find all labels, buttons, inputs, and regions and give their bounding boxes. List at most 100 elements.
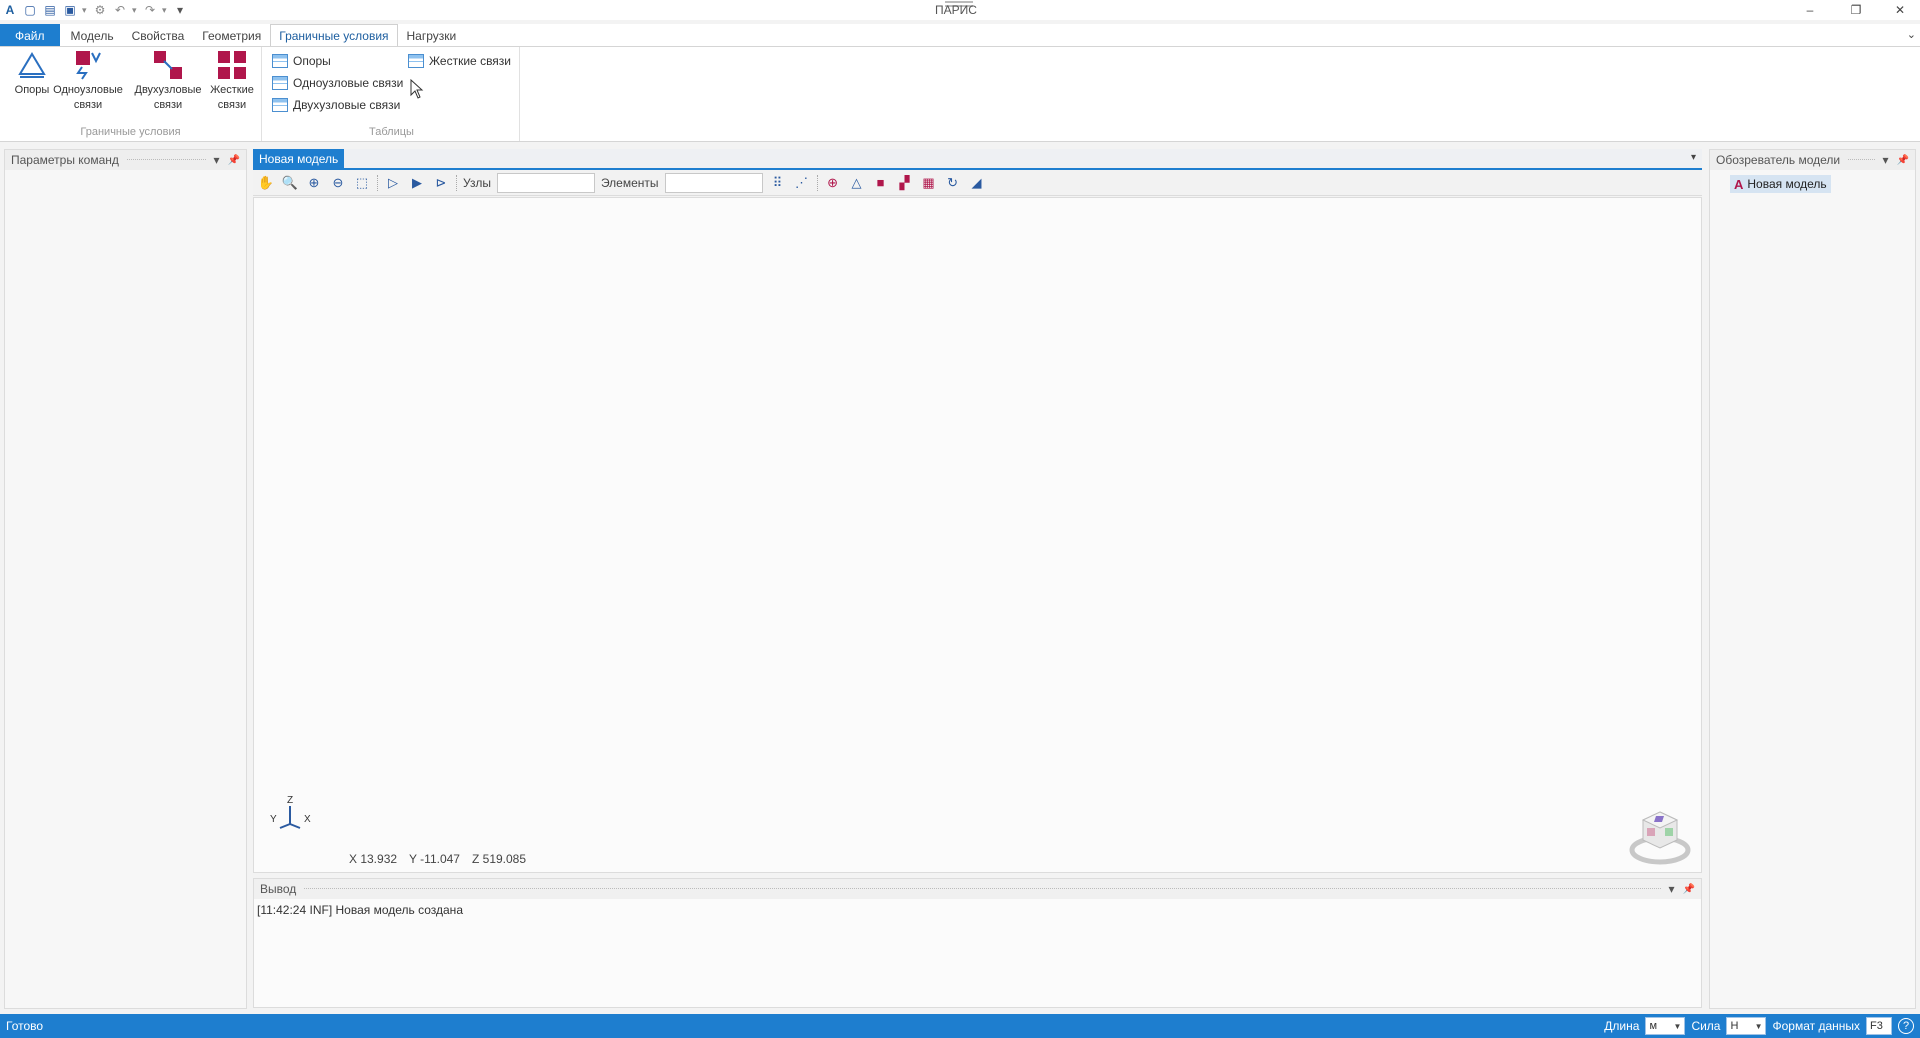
table-two-node-links-button[interactable]: Двухузловые связи: [272, 96, 400, 114]
panel-title: Параметры команд: [11, 153, 119, 167]
rigid-links-button[interactable]: Жесткие связи: [200, 49, 264, 121]
table-supports-button[interactable]: Опоры: [272, 52, 331, 70]
app-logo-icon[interactable]: A: [2, 2, 18, 18]
ribbon-group-label: Таблицы: [369, 126, 414, 138]
close-button[interactable]: ✕: [1880, 0, 1920, 20]
document-tab[interactable]: Новая модель: [253, 149, 345, 169]
nodes-input[interactable]: [496, 172, 595, 193]
zoom-out-icon[interactable]: ⊖: [329, 174, 347, 192]
help-icon[interactable]: ?: [1898, 1018, 1914, 1034]
redo-dropdown-icon[interactable]: ▾: [162, 5, 168, 16]
tab-model[interactable]: Модель: [62, 24, 123, 46]
chevron-down-icon: ▼: [1754, 1021, 1763, 1031]
table-single-node-links-button[interactable]: Одноузловые связи: [272, 74, 403, 92]
tab-file[interactable]: Файл: [0, 24, 60, 46]
view-front-icon[interactable]: ▷: [384, 174, 402, 192]
zoom-in-icon[interactable]: ⊕: [305, 174, 323, 192]
section-icon[interactable]: ◢: [968, 174, 986, 192]
force-unit-select[interactable]: Н ▼: [1726, 1017, 1767, 1035]
table-icon: [272, 98, 288, 112]
two-node-links-button[interactable]: Двухузловые связи: [135, 49, 202, 121]
tree-item-model[interactable]: A Новая модель: [1730, 175, 1831, 193]
view-iso-icon[interactable]: ⊳: [432, 174, 450, 192]
document-tab-strip: Новая модель ▾: [253, 149, 1702, 169]
output-panel: Вывод ▾ 📌 [11:42:24 INF] Новая модель со…: [253, 878, 1702, 1008]
coord-z: Z 519.085: [471, 852, 527, 866]
undo-icon[interactable]: ↶: [112, 2, 128, 18]
length-unit-value: м: [1649, 1020, 1657, 1032]
table-rigid-links-button[interactable]: Жесткие связи: [408, 52, 511, 70]
support-triangle-icon: [18, 52, 46, 78]
pin-icon[interactable]: 📌: [1683, 884, 1695, 895]
tab-properties[interactable]: Свойства: [123, 24, 194, 46]
axes-triad-icon: Z Y X: [270, 795, 311, 829]
node-numbers-icon[interactable]: ⠿: [769, 174, 787, 192]
format-select[interactable]: F3: [1866, 1017, 1892, 1035]
tree-item-label: Новая модель: [1747, 177, 1827, 191]
tab-boundary-conditions[interactable]: Граничные условия: [270, 24, 398, 46]
element-numbers-icon[interactable]: ⋰: [793, 174, 811, 192]
table-rigid-links-label: Жесткие связи: [429, 54, 512, 68]
ribbon: Опоры Одноузловые связи Двухузловые связ…: [0, 46, 1920, 142]
model-icon: A: [1734, 176, 1744, 192]
axis-z-label: Z: [287, 795, 293, 806]
redo-icon[interactable]: ↷: [142, 2, 158, 18]
cursor-coordinates: X 13.932 Y -11.047 Z 519.085: [349, 852, 526, 866]
restore-button[interactable]: ❐: [1836, 0, 1876, 20]
view-toolbar: ✋ 🔍 ⊕ ⊖ ⬚ ▷ ▶ ⊳ Узлы Элементы ⠿ ⋰ ⊕ △ ■ …: [253, 170, 1702, 196]
rotate-icon[interactable]: ↻: [944, 174, 962, 192]
axis-y-label: Y: [270, 814, 277, 825]
panel-menu-icon[interactable]: ▾: [1669, 882, 1675, 896]
tab-loads[interactable]: Нагрузки: [398, 24, 466, 46]
new-icon[interactable]: ▢: [22, 2, 38, 18]
length-unit-select[interactable]: м ▼: [1645, 1017, 1686, 1035]
pan-icon[interactable]: ✋: [257, 174, 275, 192]
pin-icon[interactable]: 📌: [228, 155, 240, 166]
coord-y: Y -11.047: [409, 852, 460, 866]
document-menu-icon[interactable]: ▾: [1691, 152, 1696, 163]
panel-grip[interactable]: [126, 158, 206, 162]
output-title: Вывод: [260, 882, 297, 896]
force-unit-value: Н: [1730, 1020, 1739, 1032]
status-units: Длина м ▼ Сила Н ▼ Формат данных F3 ?: [1604, 1014, 1920, 1038]
zoom-window-icon[interactable]: ⬚: [353, 174, 371, 192]
force-label: Сила: [1691, 1019, 1721, 1033]
model-viewport[interactable]: Z Y X X 13.932 Y -11.047 Z 519.085: [253, 197, 1702, 873]
undo-dropdown-icon[interactable]: ▾: [132, 5, 138, 16]
supports-label: Опоры: [14, 84, 50, 96]
support-display-icon[interactable]: △: [848, 174, 866, 192]
settings-icon[interactable]: ⚙: [92, 2, 108, 18]
tab-geometry[interactable]: Геометрия: [193, 24, 270, 46]
panel-menu-icon[interactable]: ▾: [214, 153, 220, 167]
rigid-link-icon: [218, 51, 246, 79]
status-bar: Готово Длина м ▼ Сила Н ▼ Формат данных …: [0, 1014, 1920, 1038]
panel-grip[interactable]: [304, 887, 1661, 891]
window-title: ПАРИС: [935, 3, 977, 17]
rigid-link-display-icon[interactable]: ▦: [920, 174, 938, 192]
toolbar-separator: [456, 174, 457, 191]
ribbon-group-label: Граничные условия: [80, 126, 181, 138]
pin-icon[interactable]: 📌: [1897, 155, 1909, 166]
panel-grip[interactable]: [1848, 158, 1875, 162]
zoom-icon[interactable]: 🔍: [281, 174, 299, 192]
ribbon-collapse-icon[interactable]: ⌄: [1907, 28, 1916, 41]
single-node-link-display-icon[interactable]: ■: [872, 174, 890, 192]
ribbon-tabs: Файл Модель Свойства Геометрия Граничные…: [0, 24, 1920, 46]
elements-input[interactable]: [664, 172, 763, 193]
two-node-link-icon: [154, 51, 182, 79]
minimize-button[interactable]: –: [1790, 0, 1830, 20]
open-icon[interactable]: ▤: [42, 2, 58, 18]
view-side-icon[interactable]: ▶: [408, 174, 426, 192]
table-icon: [272, 54, 288, 68]
coord-x: X 13.932: [349, 852, 398, 866]
crosshair-icon[interactable]: ⊕: [824, 174, 842, 192]
panel-title: Обозреватель модели: [1716, 153, 1841, 167]
customize-icon[interactable]: ▾: [172, 2, 188, 18]
quick-access-toolbar: A ▢ ▤ ▣ ▾ ⚙ ↶ ▾ ↷ ▾ ▾: [0, 0, 188, 20]
panel-menu-icon[interactable]: ▾: [1883, 153, 1889, 167]
save-icon[interactable]: ▣: [62, 2, 78, 18]
two-node-link-display-icon[interactable]: ▞: [896, 174, 914, 192]
view-cube-icon[interactable]: [1629, 806, 1691, 866]
single-node-links-button[interactable]: Одноузловые связи: [53, 49, 123, 121]
dropdown-arrow-icon[interactable]: ▾: [82, 5, 88, 16]
